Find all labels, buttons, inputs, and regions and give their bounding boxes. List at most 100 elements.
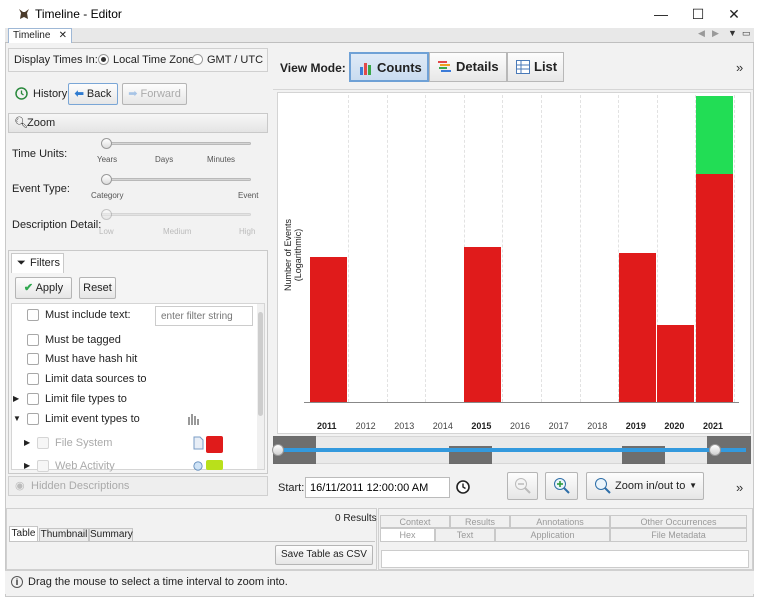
toolbar-more-button[interactable]: » <box>736 60 743 75</box>
bottom-toolbar-more-button[interactable]: » <box>736 480 743 495</box>
expand-arrow-icon[interactable]: ▶ <box>24 461 30 470</box>
gmt-radio[interactable] <box>192 54 203 65</box>
funnel-icon: ⏷ <box>17 257 26 269</box>
description-detail-tick: Medium <box>163 227 192 236</box>
tab-summary[interactable]: Summary <box>89 528 133 541</box>
x-tick-label: 2012 <box>355 421 376 431</box>
tab-application[interactable]: Application <box>495 528 610 542</box>
collapse-arrow-icon[interactable]: ▼ <box>13 414 21 423</box>
reset-button[interactable]: Reset <box>79 277 116 299</box>
navigator-end-handle[interactable] <box>709 444 721 456</box>
tab-thumbnail[interactable]: Thumbnail <box>39 528 89 541</box>
tab-hex[interactable]: Hex <box>380 528 435 542</box>
web-activity-checkbox[interactable] <box>37 460 49 472</box>
limit-file-types-label: Limit file types to <box>45 393 127 405</box>
limit-data-sources-checkbox[interactable] <box>27 373 39 385</box>
limit-data-sources-label: Limit data sources to <box>45 373 147 385</box>
time-units-tick: Years <box>97 155 118 164</box>
apply-button[interactable]: ✔ Apply <box>15 277 72 299</box>
file-system-checkbox[interactable] <box>37 437 49 449</box>
time-units-tick: Days <box>155 155 174 164</box>
tab-file-metadata[interactable]: File Metadata <box>610 528 747 542</box>
counts-button[interactable]: Counts <box>349 52 429 82</box>
time-units-slider[interactable] <box>101 142 251 145</box>
event-type-tick: Event <box>238 191 259 200</box>
x-tick-label: 2015 <box>471 421 492 431</box>
chart-gridline <box>734 95 735 402</box>
save-csv-button[interactable]: Save Table as CSV <box>275 545 373 565</box>
limit-event-types-checkbox[interactable] <box>27 413 39 425</box>
results-count: 0 Results <box>335 513 377 524</box>
tab-close-icon[interactable]: ✕ <box>59 29 67 43</box>
apply-label: Apply <box>35 282 64 294</box>
counts-label: Counts <box>377 60 422 75</box>
bar-2019-series-0[interactable] <box>618 252 656 402</box>
local-time-radio[interactable] <box>98 54 109 65</box>
chart-gridline <box>502 95 504 402</box>
bar-2015-series-0[interactable] <box>464 246 502 402</box>
maximize-button[interactable]: ☐ <box>683 4 713 24</box>
navigator-range-bar[interactable] <box>278 448 746 452</box>
display-times-label: Display Times In: <box>14 54 98 66</box>
tab-scroll-left-icon[interactable]: ◀ <box>698 28 705 39</box>
results-tab-divider <box>9 541 375 542</box>
start-date-input[interactable] <box>305 477 450 498</box>
filter-scrollbar-thumb[interactable] <box>258 312 263 416</box>
time-units-label: Time Units: <box>12 148 68 160</box>
must-include-text-checkbox[interactable] <box>27 309 39 321</box>
hidden-descriptions-header[interactable]: ◉ Hidden Descriptions <box>8 476 268 496</box>
tab-text[interactable]: Text <box>435 528 495 542</box>
tab-table[interactable]: Table <box>9 526 38 541</box>
event-type-knob[interactable] <box>101 174 112 185</box>
expand-arrow-icon[interactable]: ▶ <box>24 438 30 447</box>
bar-2020-series-0[interactable] <box>657 325 695 402</box>
list-button[interactable]: List <box>507 52 564 82</box>
tab-scroll-right-icon[interactable]: ▶ <box>712 28 719 39</box>
zoom-out-button[interactable] <box>507 472 538 500</box>
zoom-in-button[interactable] <box>545 472 578 500</box>
zoom-header[interactable]: 🔍︎ Zoom <box>8 113 268 133</box>
expand-arrow-icon[interactable]: ▶ <box>13 394 19 403</box>
x-tick-label: 2017 <box>548 421 569 431</box>
tab-other-occurrences[interactable]: Other Occurrences <box>610 515 747 528</box>
clock-icon[interactable] <box>456 480 470 494</box>
minimize-button[interactable]: — <box>646 4 676 24</box>
zoom-out-icon <box>514 478 531 494</box>
bar-2021-series-1[interactable] <box>696 96 733 174</box>
zoom-inout-dropdown[interactable]: Zoom in/out to ▼ <box>586 472 704 500</box>
chart-gridline <box>386 95 388 402</box>
must-be-tagged-label: Must be tagged <box>45 334 121 346</box>
list-label: List <box>534 59 558 74</box>
navigator-start-handle[interactable] <box>272 444 284 456</box>
tab-maximize-icon[interactable]: ▭ <box>742 28 751 39</box>
forward-label: Forward <box>140 88 181 100</box>
back-button[interactable]: ⬅ Back <box>68 83 118 105</box>
tab-context[interactable]: Context <box>380 515 450 528</box>
event-type-slider[interactable] <box>101 178 251 181</box>
must-be-tagged-checkbox[interactable] <box>27 334 39 346</box>
bar-2011-series-0[interactable] <box>310 257 347 402</box>
description-detail-slider[interactable] <box>101 213 251 216</box>
start-label: Start: <box>278 482 305 494</box>
info-icon: i <box>11 576 23 588</box>
tab-timeline[interactable]: Timeline ✕ <box>8 28 72 43</box>
filters-tab[interactable]: ⏷ Filters <box>11 253 64 273</box>
file-system-label: File System <box>55 437 113 449</box>
close-button[interactable]: ✕ <box>719 4 749 24</box>
filter-string-input[interactable] <box>155 306 253 326</box>
description-detail-knob[interactable] <box>101 209 112 220</box>
forward-button[interactable]: ➡ Forward <box>122 83 187 105</box>
x-tick-label: 2019 <box>625 421 646 431</box>
y-axis-label: Number of Events (Logarithmic) <box>283 218 303 292</box>
globe-icon <box>193 461 203 471</box>
must-have-hash-hit-checkbox[interactable] <box>27 353 39 365</box>
limit-file-types-checkbox[interactable] <box>27 393 39 405</box>
tab-annotations[interactable]: Annotations <box>510 515 610 528</box>
bar-2021-series-0[interactable] <box>696 173 733 402</box>
x-tick-label: 2021 <box>703 421 724 431</box>
tab-results[interactable]: Results <box>450 515 510 528</box>
time-units-knob[interactable] <box>101 138 112 149</box>
tab-list-dropdown-icon[interactable]: ▼ <box>728 28 737 38</box>
event-type-tick: Category <box>91 191 124 200</box>
details-button[interactable]: Details <box>429 52 507 82</box>
